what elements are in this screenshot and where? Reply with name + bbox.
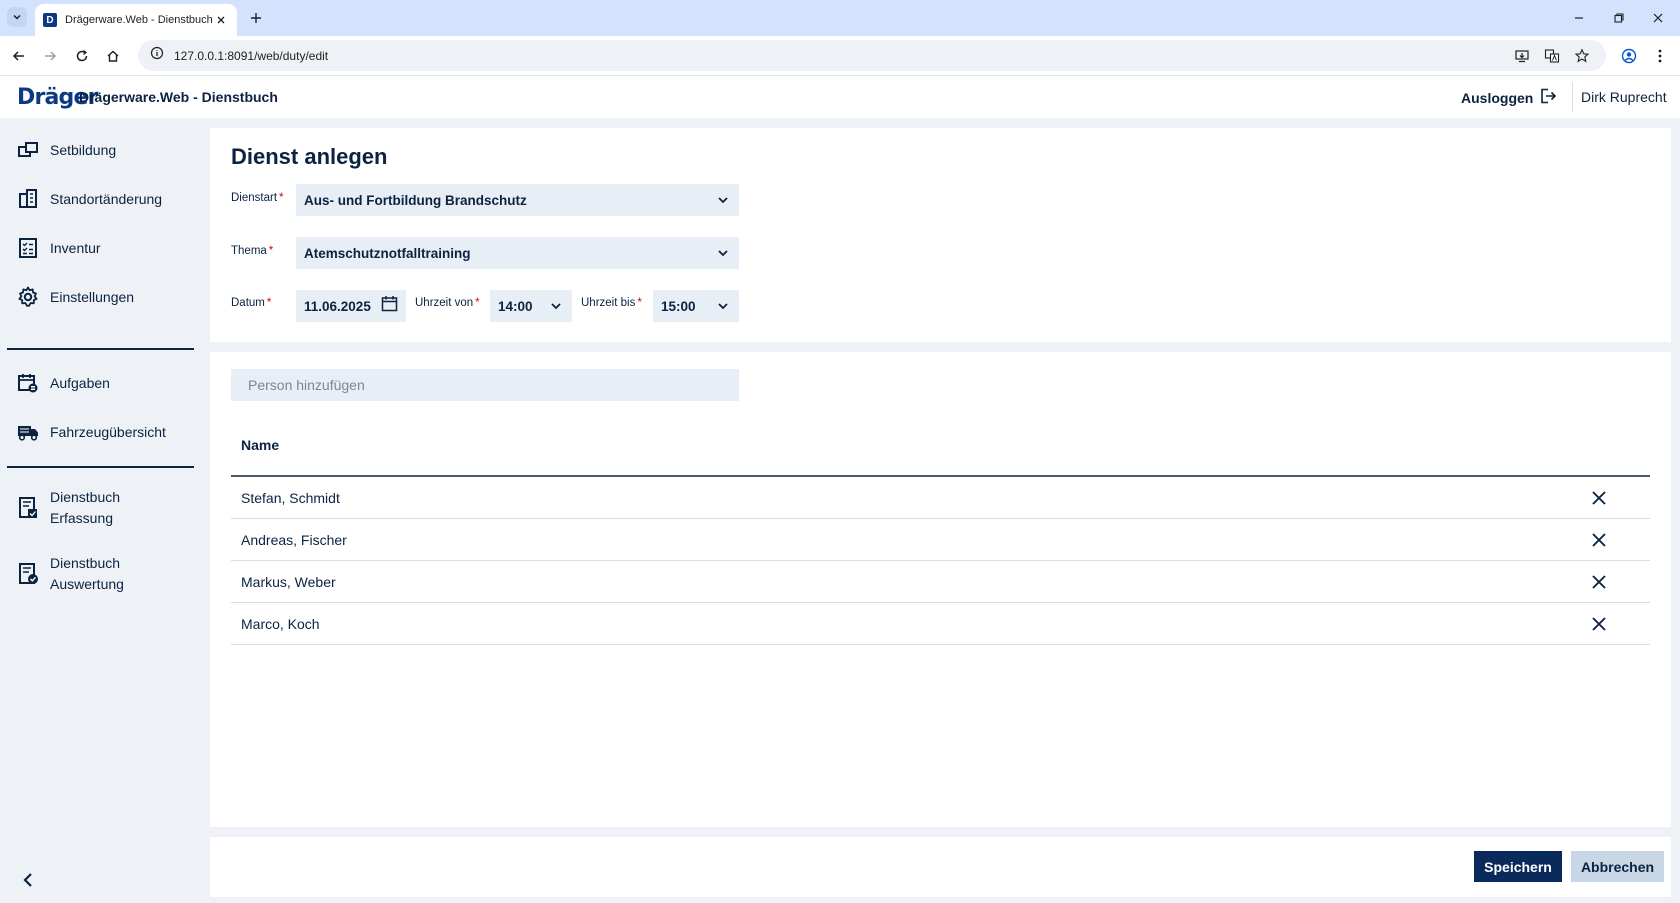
profile-icon[interactable] (1617, 44, 1641, 68)
logout-button[interactable]: Ausloggen (1461, 87, 1557, 108)
datum-value: 11.06.2025 (304, 298, 371, 314)
chevron-down-icon (715, 298, 731, 314)
browser-tab-bar: D Drägerware.Web - Dienstbuch (0, 0, 1680, 36)
favicon-icon: D (43, 13, 57, 27)
close-window-icon[interactable] (1648, 8, 1668, 28)
header-divider (1572, 82, 1573, 112)
table-row: Andreas, Fischer (231, 519, 1650, 561)
table-row: Marco, Koch (231, 603, 1650, 645)
minimize-icon[interactable] (1569, 8, 1589, 28)
sidebar-item-label: Standortänderung (50, 190, 163, 207)
uhrzeit-bis-value: 15:00 (661, 298, 696, 314)
remove-person-close-icon[interactable] (1589, 530, 1609, 550)
calendar-icon[interactable] (381, 295, 398, 317)
calendar-task-icon (16, 371, 40, 395)
thema-value: Atemschutznotfalltraining (304, 245, 471, 261)
tab-title: Drägerware.Web - Dienstbuch (65, 14, 213, 26)
sidebar-item-setbildung[interactable]: Setbildung (16, 138, 116, 162)
person-name: Stefan, Schmidt (241, 489, 340, 506)
uhrzeit-bis-select[interactable]: 15:00 (653, 290, 739, 322)
sidebar-item-inventur[interactable]: Inventur (16, 236, 101, 260)
persons-panel: Name Stefan, Schmidt Andreas, Fischer Ma… (210, 352, 1671, 827)
set-icon (16, 138, 40, 162)
gear-icon (16, 285, 40, 309)
user-name[interactable]: Dirk Ruprecht (1581, 89, 1667, 105)
remove-person-close-icon[interactable] (1589, 488, 1609, 508)
reload-icon[interactable] (70, 44, 94, 68)
app-header: Dräger Drägerware.Web - Dienstbuch Auslo… (0, 76, 1680, 118)
table-row: Markus, Weber (231, 561, 1650, 603)
remove-person-close-icon[interactable] (1589, 614, 1609, 634)
building-icon (16, 187, 40, 211)
sidebar-item-label: Dienstbuch Auswertung (50, 555, 124, 592)
remove-person-close-icon[interactable] (1589, 572, 1609, 592)
book-check-icon (16, 562, 40, 586)
install-app-icon[interactable] (1512, 46, 1532, 66)
sidebar-item-einstellungen[interactable]: Einstellungen (16, 285, 134, 309)
sidebar-item-label: Dienstbuch Erfassung (50, 489, 121, 526)
sidebar-item-aufgaben[interactable]: Aufgaben (16, 371, 110, 395)
person-name: Markus, Weber (241, 573, 336, 590)
dienstart-select[interactable]: Aus- und Fortbildung Brandschutz (296, 184, 739, 216)
book-edit-icon (16, 496, 40, 520)
thema-select[interactable]: Atemschutznotfalltraining (296, 237, 739, 269)
chevron-down-icon (715, 192, 731, 208)
person-search-input[interactable] (231, 369, 739, 401)
back-arrow-icon[interactable] (7, 44, 31, 68)
sidebar-divider (7, 466, 194, 468)
tab-close-icon[interactable] (213, 12, 229, 28)
logout-label: Ausloggen (1461, 89, 1534, 106)
browser-menu-icon[interactable] (1648, 44, 1672, 68)
uhrzeit-von-value: 14:00 (498, 298, 533, 314)
sidebar-item-standortaenderung[interactable]: Standortänderung (16, 187, 162, 211)
page-title: Dienst anlegen (231, 144, 388, 169)
action-bar: Speichern Abbrechen (210, 837, 1671, 897)
table-row: Stefan, Schmidt (231, 477, 1650, 519)
chevron-down-icon (548, 298, 564, 314)
translate-icon[interactable] (1542, 46, 1562, 66)
truck-icon (16, 420, 40, 444)
person-name: Andreas, Fischer (241, 531, 347, 548)
sidebar-item-dienstbuch-auswertung[interactable]: Dienstbuch Auswertung (16, 553, 124, 595)
sidebar-item-label: Inventur (50, 239, 101, 256)
sidebar-item-label: Einstellungen (50, 288, 135, 305)
browser-toolbar: 127.0.0.1:8091/web/duty/edit (0, 36, 1680, 76)
restore-icon[interactable] (1609, 8, 1629, 28)
dienstart-value: Aus- und Fortbildung Brandschutz (304, 192, 527, 208)
sidebar: Setbildung Standortänderung Inventur Ein… (0, 118, 206, 903)
thema-label: Thema * (231, 245, 274, 257)
logout-icon (1539, 87, 1557, 108)
address-bar[interactable]: 127.0.0.1:8091/web/duty/edit (138, 40, 1606, 71)
browser-tab[interactable]: D Drägerware.Web - Dienstbuch (35, 4, 237, 36)
address-url: 127.0.0.1:8091/web/duty/edit (174, 48, 329, 63)
save-button[interactable]: Speichern (1474, 851, 1562, 882)
home-icon[interactable] (101, 44, 125, 68)
datum-label: Datum * (231, 297, 272, 309)
app-title: Drägerware.Web - Dienstbuch (79, 89, 278, 105)
tab-search-chevron-icon[interactable] (7, 7, 27, 27)
duty-form-panel: Dienst anlegen Dienstart * Aus- und Fortb… (210, 128, 1671, 342)
sidebar-item-label: Setbildung (50, 141, 117, 158)
uhrzeit-von-label: Uhrzeit von * (415, 297, 480, 309)
collapse-sidebar-chevron-left-icon[interactable] (17, 869, 39, 891)
sidebar-item-label: Aufgaben (50, 374, 110, 391)
sidebar-item-fahrzeuguebersicht[interactable]: Fahrzeugübersicht (16, 420, 166, 444)
chevron-down-icon (715, 245, 731, 261)
sidebar-item-dienstbuch-erfassung[interactable]: Dienstbuch Erfassung (16, 487, 120, 529)
checklist-icon (16, 236, 40, 260)
sidebar-item-label: Fahrzeugübersicht (50, 423, 166, 440)
person-name: Marco, Koch (241, 615, 320, 632)
dienstart-label: Dienstart * (231, 192, 284, 204)
table-header-name: Name (241, 437, 280, 453)
bookmark-star-icon[interactable] (1572, 46, 1592, 66)
new-tab-plus-icon[interactable] (246, 8, 266, 28)
site-info-icon[interactable] (150, 46, 164, 65)
cancel-button[interactable]: Abbrechen (1571, 851, 1664, 882)
uhrzeit-von-select[interactable]: 14:00 (490, 290, 572, 322)
sidebar-divider (7, 348, 194, 350)
uhrzeit-bis-label: Uhrzeit bis * (581, 297, 642, 309)
forward-arrow-icon[interactable] (38, 44, 62, 68)
datum-field[interactable]: 11.06.2025 (296, 290, 406, 322)
